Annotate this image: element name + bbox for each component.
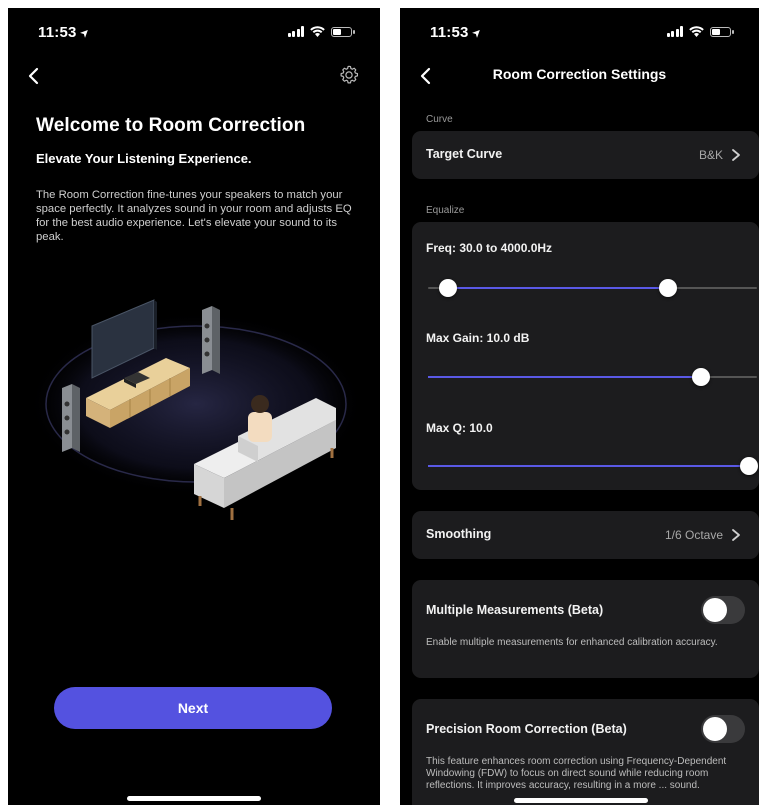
cellular-signal-icon xyxy=(666,26,683,37)
wifi-icon xyxy=(310,26,325,37)
chevron-right-icon xyxy=(732,149,740,161)
max-q-label: Max Q: 10.0 xyxy=(426,421,493,435)
freq-label: Freq: 30.0 to 4000.0Hz xyxy=(426,241,553,255)
freq-range-slider[interactable] xyxy=(428,279,757,297)
room-illustration xyxy=(28,299,364,520)
location-arrow-icon: ➤ xyxy=(77,25,93,41)
precision-room-correction-toggle[interactable] xyxy=(701,715,745,743)
max-gain-thumb[interactable] xyxy=(692,368,711,386)
max-q-thumb[interactable] xyxy=(740,457,758,475)
max-q-slider[interactable] xyxy=(428,457,758,475)
next-button[interactable]: Next xyxy=(54,687,332,729)
smoothing-label: Smoothing xyxy=(426,527,492,541)
target-curve-value: B&K xyxy=(698,148,723,162)
back-chevron-icon[interactable] xyxy=(24,66,44,86)
equalize-section-label: Equalize xyxy=(426,205,465,216)
location-arrow-icon: ➤ xyxy=(469,25,485,41)
max-gain-label: Max Gain: 10.0 dB xyxy=(426,331,530,345)
page-title: Welcome to Room Correction xyxy=(36,115,306,136)
page-subtitle: Elevate Your Listening Experience. xyxy=(36,151,252,166)
welcome-screen: 11:53➤ Welcome to Room Correction Elevat… xyxy=(8,8,380,805)
multiple-measurements-description: Enable multiple measurements for enhance… xyxy=(426,637,718,648)
smoothing-value: 1/6 Octave xyxy=(664,528,723,542)
curve-section-label: Curve xyxy=(426,114,453,125)
status-bar: 11:53➤ xyxy=(400,24,759,46)
target-curve-row[interactable]: Target Curve B&K xyxy=(412,131,759,179)
battery-icon xyxy=(710,26,734,37)
precision-room-correction-description: This feature enhances room correction us… xyxy=(426,756,727,791)
battery-icon xyxy=(331,26,355,37)
status-bar: 11:53➤ xyxy=(8,24,380,46)
smoothing-row[interactable]: Smoothing 1/6 Octave xyxy=(412,511,759,559)
status-time: 11:53➤ xyxy=(38,24,93,41)
multiple-measurements-toggle[interactable] xyxy=(701,596,745,624)
status-time: 11:53➤ xyxy=(430,24,485,41)
gear-icon[interactable] xyxy=(338,64,360,86)
precision-room-correction-card: Precision Room Correction (Beta) This fe… xyxy=(412,699,759,805)
settings-screen: 11:53➤ Room Correction Settings Curve Ta… xyxy=(400,8,759,805)
multiple-measurements-label: Multiple Measurements (Beta) xyxy=(426,603,604,617)
home-indicator[interactable] xyxy=(514,798,648,803)
equalize-card: Freq: 30.0 to 4000.0Hz Max Gain: 10.0 dB… xyxy=(412,222,759,490)
home-indicator[interactable] xyxy=(127,796,261,801)
precision-room-correction-label: Precision Room Correction (Beta) xyxy=(426,722,627,736)
chevron-right-icon xyxy=(732,529,740,541)
page-title: Room Correction Settings xyxy=(492,66,667,82)
cellular-signal-icon xyxy=(287,26,304,37)
multiple-measurements-card: Multiple Measurements (Beta) Enable mult… xyxy=(412,580,759,678)
intro-paragraph: The Room Correction fine-tunes your spea… xyxy=(36,189,352,243)
freq-high-thumb[interactable] xyxy=(659,279,678,297)
target-curve-label: Target Curve xyxy=(426,147,503,161)
wifi-icon xyxy=(689,26,704,37)
freq-low-thumb[interactable] xyxy=(438,279,457,297)
max-gain-slider[interactable] xyxy=(428,368,757,386)
